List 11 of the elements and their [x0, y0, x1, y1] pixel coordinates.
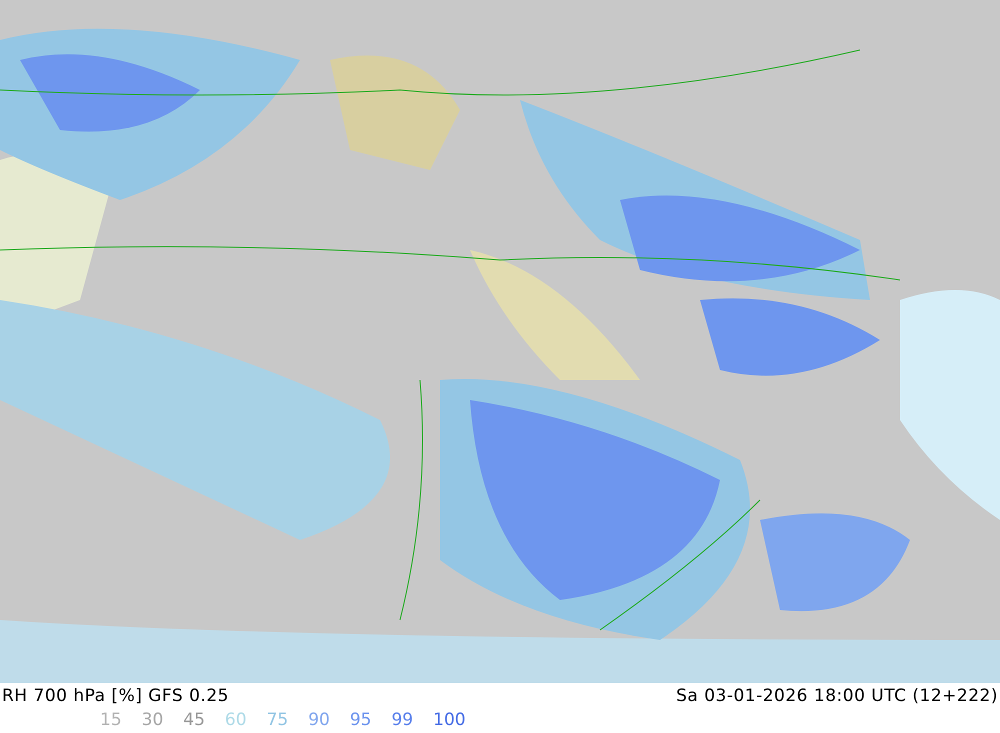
- legend-value: 15: [100, 710, 122, 730]
- legend-value: 75: [266, 710, 288, 730]
- map-timestamp: Sa 03-01-2026 18:00 UTC (12+222): [676, 686, 998, 706]
- legend-value: 90: [308, 710, 330, 730]
- legend-value: 60: [224, 710, 247, 730]
- legend-value: 45: [183, 710, 205, 730]
- map-title: RH 700 hPa [%] GFS 0.25: [2, 686, 229, 706]
- legend-value: 30: [142, 710, 164, 730]
- legend-value: 99: [391, 710, 414, 730]
- legend-value: 100: [433, 710, 466, 730]
- legend-value: 95: [350, 710, 372, 730]
